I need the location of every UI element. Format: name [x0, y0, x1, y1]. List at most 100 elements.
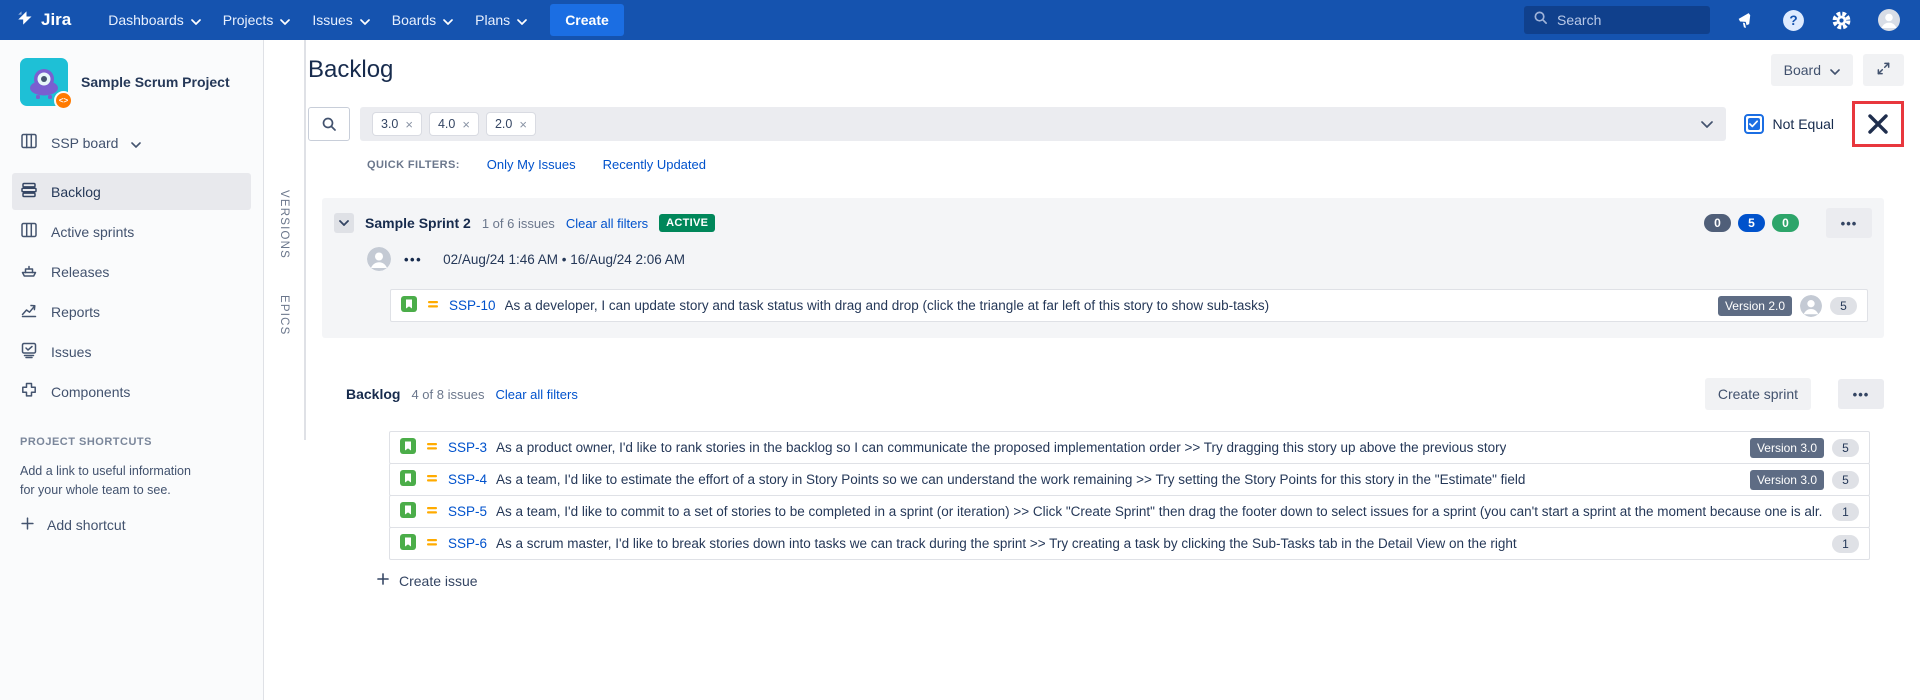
ship-icon — [20, 261, 38, 282]
sprint-more-button[interactable]: ••• — [1826, 208, 1872, 238]
chip-remove-icon[interactable]: × — [519, 118, 527, 131]
story-icon — [400, 470, 416, 489]
gear-icon[interactable] — [1828, 7, 1854, 33]
sprint-date-range: 02/Aug/24 1:46 AM • 16/Aug/24 2:06 AM — [443, 252, 685, 267]
issue-key-link[interactable]: SSP-4 — [448, 472, 487, 487]
sidebar-item-backlog[interactable]: Backlog — [12, 173, 251, 210]
create-button[interactable]: Create — [550, 4, 624, 36]
version-filter-field[interactable]: 3.0× 4.0× 2.0× — [360, 107, 1726, 141]
board-switcher[interactable]: SSP board — [12, 124, 251, 161]
sprint-status-badge: ACTIVE — [659, 214, 715, 232]
page-title: Backlog — [308, 56, 393, 84]
version-badge: Version 2.0 — [1718, 296, 1792, 316]
chip-remove-icon[interactable]: × — [405, 118, 413, 131]
issue-summary: As a team, I'd like to commit to a set o… — [496, 504, 1823, 519]
project-avatar[interactable]: <> — [20, 58, 68, 106]
sprint-meta-more-icon[interactable]: ••• — [404, 252, 422, 267]
nav-plans[interactable]: Plans — [464, 6, 538, 34]
user-avatar[interactable] — [1876, 7, 1902, 33]
board-icon — [20, 132, 38, 153]
sidebar-item-active-sprints[interactable]: Active sprints — [12, 213, 251, 250]
sprint-clear-filters-link[interactable]: Clear all filters — [566, 216, 648, 231]
search-input[interactable] — [1555, 11, 1701, 29]
backlog-main: VERSIONS EPICS Backlog Board — [264, 40, 1920, 700]
components-puzzle-icon — [20, 381, 38, 402]
backlog-more-button[interactable]: ••• — [1838, 379, 1884, 409]
assignee-avatar[interactable] — [367, 247, 391, 271]
issue-row[interactable]: SSP-6 As a scrum master, I'd like to bre… — [389, 527, 1870, 560]
project-name: Sample Scrum Project — [81, 73, 230, 91]
plus-icon — [376, 572, 390, 589]
nav-dashboards[interactable]: Dashboards — [97, 6, 212, 34]
priority-medium-icon — [425, 503, 439, 520]
not-equal-checkbox[interactable] — [1744, 114, 1764, 134]
issue-row[interactable]: SSP-10 As a developer, I can update stor… — [390, 289, 1868, 322]
version-badge: Version 3.0 — [1750, 438, 1824, 458]
announcements-megaphone-icon[interactable] — [1732, 7, 1758, 33]
filter-chip[interactable]: 3.0× — [373, 113, 421, 135]
sidebar-item-reports[interactable]: Reports — [12, 293, 251, 330]
chevron-down-icon — [280, 12, 290, 28]
sidebar-item-issues[interactable]: Issues — [12, 333, 251, 370]
chevron-down-icon — [191, 12, 201, 28]
sidebar-item-releases[interactable]: Releases — [12, 253, 251, 290]
issue-row[interactable]: SSP-3 As a product owner, I'd like to ra… — [389, 431, 1870, 464]
chip-remove-icon[interactable]: × — [462, 118, 470, 131]
quick-filter-recently-updated[interactable]: Recently Updated — [603, 157, 706, 172]
issue-row[interactable]: SSP-5 As a team, I'd like to commit to a… — [389, 495, 1870, 528]
filter-chip[interactable]: 2.0× — [487, 113, 535, 135]
jira-logo[interactable]: Jira — [14, 8, 71, 33]
chevron-down-icon — [1830, 62, 1840, 78]
version-badge: Version 3.0 — [1750, 470, 1824, 490]
fullscreen-button[interactable] — [1863, 54, 1904, 86]
nav-boards[interactable]: Boards — [381, 6, 464, 34]
story-icon — [401, 296, 417, 315]
nav-projects[interactable]: Projects — [212, 6, 302, 34]
clear-filter-highlight-box — [1852, 101, 1904, 147]
chevron-down-icon[interactable] — [1701, 115, 1713, 133]
issue-row[interactable]: SSP-4 As a team, I'd like to estimate th… — [389, 463, 1870, 496]
assignee-avatar[interactable] — [1800, 295, 1822, 317]
todo-count-badge: 0 — [1704, 214, 1731, 232]
not-equal-toggle[interactable]: Not Equal — [1744, 114, 1834, 134]
close-filter-button[interactable] — [1866, 112, 1890, 136]
issue-search-button[interactable] — [308, 107, 350, 141]
priority-medium-icon — [425, 535, 439, 552]
nav-issues[interactable]: Issues — [301, 6, 380, 34]
estimate-badge: 1 — [1832, 535, 1859, 553]
board-switcher-label: SSP board — [51, 135, 118, 151]
plus-icon — [20, 516, 35, 534]
quick-filter-only-my-issues[interactable]: Only My Issues — [487, 157, 576, 172]
expand-icon — [1876, 61, 1891, 79]
global-search[interactable] — [1524, 6, 1710, 34]
issue-key-link[interactable]: SSP-3 — [448, 440, 487, 455]
backlog-icon — [20, 181, 38, 202]
board-menu-button[interactable]: Board — [1771, 54, 1853, 86]
svg-text:?: ? — [1789, 13, 1797, 28]
create-issue-button[interactable]: Create issue — [376, 572, 1884, 589]
estimate-badge: 1 — [1832, 503, 1859, 521]
help-icon[interactable]: ? — [1780, 7, 1806, 33]
issue-summary: As a team, I'd like to estimate the effo… — [496, 472, 1525, 487]
backlog-panel: Backlog 4 of 8 issues Clear all filters … — [322, 378, 1884, 589]
issue-summary: As a developer, I can update story and t… — [505, 298, 1270, 313]
collapse-sprint-chevron-icon[interactable] — [334, 213, 354, 233]
filter-chip[interactable]: 4.0× — [430, 113, 478, 135]
sidebar-item-components[interactable]: Components — [12, 373, 251, 410]
chevron-down-icon — [517, 12, 527, 28]
sprint-name: Sample Sprint 2 — [365, 215, 471, 231]
add-shortcut-button[interactable]: Add shortcut — [20, 516, 243, 534]
create-sprint-button[interactable]: Create sprint — [1705, 378, 1811, 410]
issue-key-link[interactable]: SSP-6 — [448, 536, 487, 551]
jira-logo-icon — [14, 8, 34, 33]
chevron-down-icon — [131, 135, 141, 151]
priority-medium-icon — [425, 439, 439, 456]
issue-key-link[interactable]: SSP-10 — [449, 298, 496, 313]
priority-medium-icon — [425, 471, 439, 488]
backlog-clear-filters-link[interactable]: Clear all filters — [495, 387, 577, 402]
reports-chart-icon — [20, 301, 38, 322]
issue-key-link[interactable]: SSP-5 — [448, 504, 487, 519]
sprint-panel: Sample Sprint 2 1 of 6 issues Clear all … — [322, 198, 1884, 338]
shortcuts-description: Add a link to useful information for you… — [20, 462, 206, 500]
issue-summary: As a scrum master, I'd like to break sto… — [496, 536, 1517, 551]
